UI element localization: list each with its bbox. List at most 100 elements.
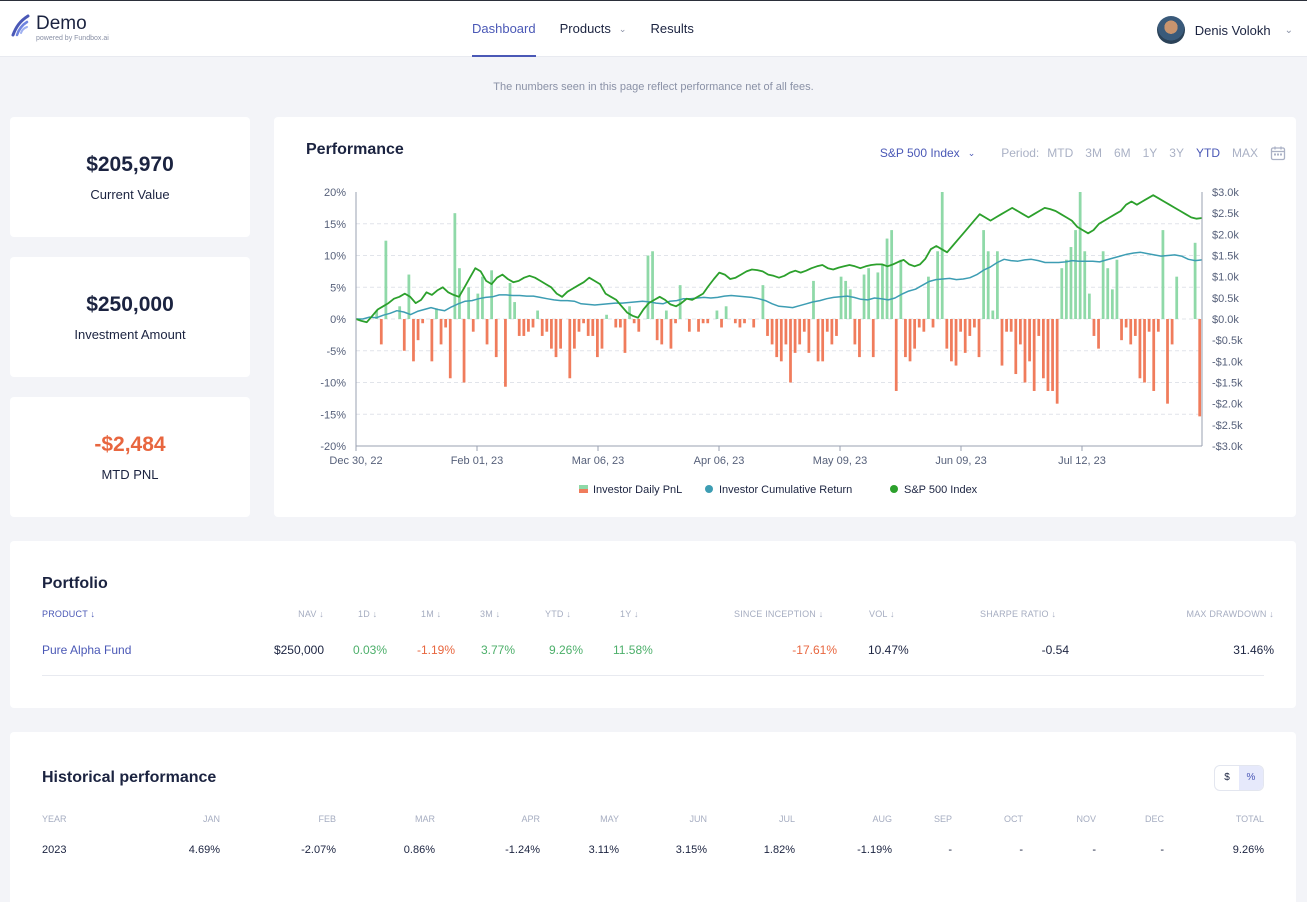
column-header-ytd[interactable]: YTD ↓ xyxy=(545,609,571,619)
period-max-button[interactable]: MAX xyxy=(1232,146,1258,160)
pnl-bar xyxy=(1078,192,1082,319)
column-header-label: PRODUCT xyxy=(42,609,88,619)
pnl-bar xyxy=(977,319,981,358)
app-title: Demo xyxy=(36,13,87,34)
index-select[interactable]: S&P 500 Index ⌄ xyxy=(880,146,975,160)
pnl-bar xyxy=(1156,319,1160,332)
pnl-bar xyxy=(379,319,383,345)
arrow-down-icon: ↓ xyxy=(372,609,378,619)
pnl-bar xyxy=(660,319,664,345)
legend-label: Investor Daily PnL xyxy=(593,484,682,496)
toggle-percent-button[interactable]: % xyxy=(1239,766,1263,790)
pnl-bar xyxy=(950,319,953,362)
column-header-3m[interactable]: 3M ↓ xyxy=(480,609,500,619)
column-header-vol[interactable]: VOL ↓ xyxy=(869,609,895,619)
period-6m-button[interactable]: 6M xyxy=(1114,146,1131,160)
column-header-since-inception[interactable]: SINCE INCEPTION ↓ xyxy=(734,609,823,619)
main-nav: Dashboard Products ⌄ Results xyxy=(472,1,718,57)
pnl-bar xyxy=(1028,319,1031,362)
user-menu[interactable]: Denis Volokh ⌄ xyxy=(1156,16,1293,44)
pnl-bar xyxy=(720,319,723,328)
column-header-product[interactable]: PRODUCT ↓ xyxy=(42,609,95,619)
month-cell-jan: 4.69% xyxy=(188,844,220,856)
pnl-bar xyxy=(871,319,875,358)
index-select-label: S&P 500 Index xyxy=(879,146,960,160)
pnl-bar xyxy=(655,319,659,341)
column-header-sharpe-ratio[interactable]: SHARPE RATIO ↓ xyxy=(980,609,1056,619)
performance-controls: S&P 500 Index ⌄ Period: MTD 3M 6M 1Y 3Y … xyxy=(880,145,1286,161)
pnl-bar xyxy=(527,319,530,332)
pnl-bar xyxy=(398,306,402,319)
x-axis-tick-label: Dec 30, 22 xyxy=(329,455,382,467)
period-mtd-button[interactable]: MTD xyxy=(1047,146,1073,160)
app-logo[interactable]: Demo powered by Fundbox.ai xyxy=(10,13,109,43)
pnl-bar xyxy=(596,319,599,358)
unit-toggle: $ % xyxy=(1214,765,1264,791)
y-axis-left-tick-label: 20% xyxy=(324,187,346,199)
arrow-down-icon: ↓ xyxy=(1051,609,1057,619)
pnl-bar xyxy=(973,319,976,328)
toggle-dollar-button[interactable]: $ xyxy=(1215,766,1239,790)
nav-item-products[interactable]: Products ⌄ xyxy=(560,1,627,57)
pnl-bar xyxy=(664,310,668,319)
column-header-aug: AUG xyxy=(872,814,892,824)
y-axis-right-tick-label: $3.0k xyxy=(1212,187,1239,199)
column-header-1m[interactable]: 1M ↓ xyxy=(421,609,441,619)
pnl-bar xyxy=(504,319,507,387)
period-3y-button[interactable]: 3Y xyxy=(1169,146,1184,160)
pnl-bar xyxy=(412,319,415,362)
total-cell: 9.26% xyxy=(1232,844,1264,856)
pnl-bar xyxy=(839,276,843,319)
column-header-apr: APR xyxy=(521,814,540,824)
nav-item-dashboard[interactable]: Dashboard xyxy=(472,1,536,57)
pnl-bar xyxy=(789,319,792,383)
column-header-dec: DEC xyxy=(1144,814,1164,824)
x-axis-tick-label: May 09, 23 xyxy=(813,455,867,467)
column-header-nav[interactable]: NAV ↓ xyxy=(298,609,324,619)
period-label: Period: xyxy=(1001,146,1040,160)
period-3m-button[interactable]: 3M xyxy=(1085,146,1102,160)
pnl-bar xyxy=(1097,319,1100,349)
avatar xyxy=(1156,16,1185,44)
pnl-bar xyxy=(1092,319,1096,336)
stat-label: Investment Amount xyxy=(74,326,186,342)
period-1y-button[interactable]: 1Y xyxy=(1143,146,1158,160)
sharpe-ratio: -0.54 xyxy=(1041,643,1069,657)
performance-chart: 20% 15% 10% 5% 0% -5% -10% -15% -20% $3.0k $2.5k $2… xyxy=(320,187,1243,496)
pnl-bar xyxy=(623,319,627,353)
calendar-icon[interactable] xyxy=(1270,145,1286,161)
period-ytd-button[interactable]: YTD xyxy=(1196,146,1220,160)
pnl-bar xyxy=(1064,259,1068,319)
pnl-bar xyxy=(1143,319,1146,383)
historical-performance-card: Historical performance $ % YEAR JAN FEB … xyxy=(10,732,1296,902)
portfolio-title: Portfolio xyxy=(42,575,108,592)
pnl-bar xyxy=(738,319,742,328)
column-header-label: NAV xyxy=(298,609,317,619)
pnl-bar xyxy=(862,274,866,319)
column-header-oct: OCT xyxy=(1004,814,1023,824)
table-row-divider xyxy=(42,675,1264,676)
legend-marker xyxy=(579,489,588,493)
pnl-bar xyxy=(1051,319,1054,391)
pnl-bar xyxy=(678,285,682,319)
x-axis-tick-label: Feb 01, 23 xyxy=(451,455,504,467)
stat-card-investment-amount: $250,000 Investment Amount xyxy=(10,257,250,377)
pnl-bar xyxy=(991,310,995,319)
pnl-bar xyxy=(881,263,884,319)
pnl-bar xyxy=(917,319,921,328)
logo-mark-icon xyxy=(11,14,30,37)
column-header-1d[interactable]: 1D ↓ xyxy=(358,609,377,619)
pnl-bar xyxy=(890,230,894,319)
pnl-bar xyxy=(1019,319,1022,345)
column-header-1y[interactable]: 1Y ↓ xyxy=(620,609,639,619)
pnl-bar xyxy=(807,319,811,353)
column-header-label: 1D xyxy=(358,609,370,619)
nav-item-results[interactable]: Results xyxy=(650,1,693,57)
column-header-max-drawdown[interactable]: MAX DRAWDOWN ↓ xyxy=(1187,609,1274,619)
product-link[interactable]: Pure Alpha Fund xyxy=(42,643,131,657)
pnl-bar xyxy=(1161,230,1165,319)
column-header-label: YTD xyxy=(545,609,564,619)
arrow-down-icon: ↓ xyxy=(495,609,501,619)
pnl-bar xyxy=(724,306,728,319)
pnl-bar xyxy=(550,319,553,349)
